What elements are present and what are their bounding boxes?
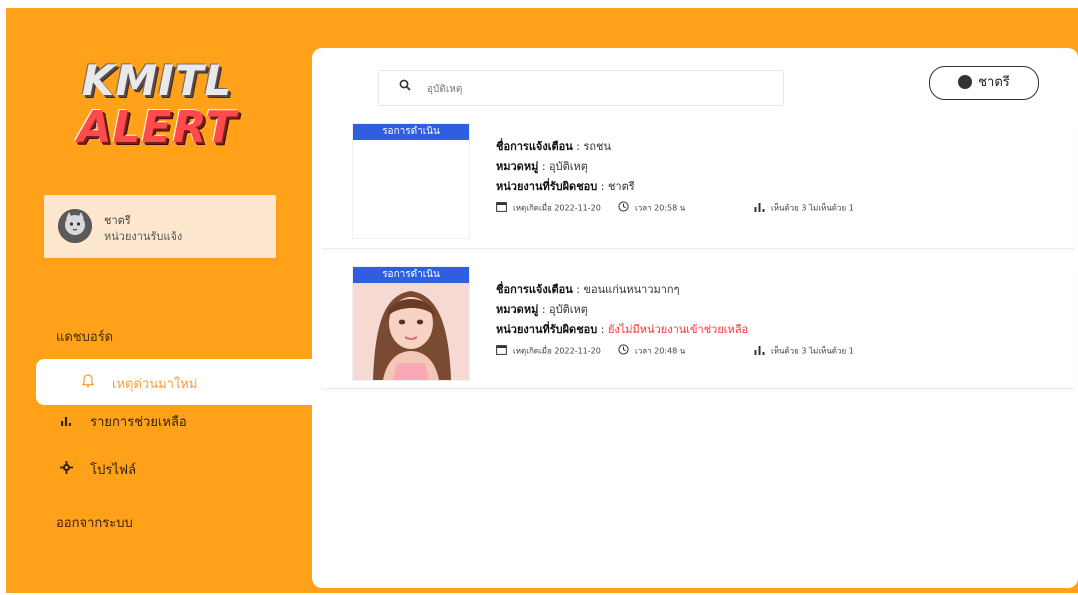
sidebar-item-help-list[interactable]: รายการช่วยเหลือ: [60, 411, 187, 432]
bar-chart-icon: [754, 201, 765, 215]
user-card: ชาตรี หน่วยงานรับแจ้ง: [44, 195, 276, 258]
time-item: เวลา 20:48 น: [618, 344, 685, 358]
alert-agency-label: หน่วยงานที่รับผิดชอบ: [496, 323, 598, 336]
search-bar[interactable]: [378, 70, 784, 106]
alert-agency-value: ยังไม่มีหน่วยงานเข้าช่วยเหลือ: [607, 323, 749, 336]
time-text: เวลา 20:48 น: [635, 346, 686, 356]
profile-label: ชาตรี: [978, 75, 1010, 90]
alert-card[interactable]: รอการดำเนิน ชื่อการแจ้งเตือน : ขอนแก่นหน…: [322, 264, 1074, 389]
stats-text: เห็นด้วย 3 ไม่เห็นด้วย 1: [771, 346, 854, 356]
alert-title-label: ชื่อการแจ้งเตือน: [496, 283, 573, 296]
bar-chart-icon: [754, 344, 765, 358]
sidebar-item-label: เหตุด่วนมาใหม่: [112, 377, 198, 392]
logo-line-1: KMITL: [81, 56, 233, 105]
date-item: เหตุเกิดเมื่อ 2022-11-20: [496, 201, 601, 215]
gear-icon: [60, 461, 78, 478]
logout-link[interactable]: ออกจากระบบ: [56, 512, 133, 533]
avatar: [58, 209, 92, 243]
date-text: เหตุเกิดเมื่อ 2022-11-20: [513, 346, 601, 356]
status-badge: รอการดำเนิน: [353, 124, 469, 140]
sidebar-item-new-emergency[interactable]: เหตุด่วนมาใหม่: [36, 359, 312, 405]
alert-details: ชื่อการแจ้งเตือน : รถชน หมวดหมู่ : อุบัต…: [496, 137, 635, 197]
date-item: เหตุเกิดเมื่อ 2022-11-20: [496, 344, 601, 358]
date-text: เหตุเกิดเมื่อ 2022-11-20: [513, 203, 601, 213]
search-input[interactable]: [425, 78, 769, 100]
clock-icon: [618, 201, 629, 215]
clock-icon: [618, 344, 629, 358]
alert-title-value: ขอนแก่นหนาวมากๆ: [583, 283, 680, 296]
alert-category-row: หมวดหมู่ : อุบัติเหตุ: [496, 303, 588, 316]
alert-title-label: ชื่อการแจ้งเตือน: [496, 140, 573, 153]
user-role: หน่วยงานรับแจ้ง: [104, 230, 183, 243]
nav-dashboard[interactable]: แดชบอร์ด: [56, 326, 113, 347]
search-icon[interactable]: [399, 79, 411, 95]
alert-title-row: ชื่อการแจ้งเตือน : ขอนแก่นหนาวมากๆ: [496, 283, 680, 296]
alert-category-label: หมวดหมู่: [496, 303, 539, 316]
alert-agency-value: ชาตรี: [607, 180, 635, 193]
alert-title-row: ชื่อการแจ้งเตือน : รถชน: [496, 140, 612, 153]
alert-category-value: อุบัติเหตุ: [549, 303, 588, 316]
stats-item: เห็นด้วย 3 ไม่เห็นด้วย 1: [754, 201, 854, 215]
calendar-icon: [496, 344, 507, 358]
sidebar-item-label: รายการช่วยเหลือ: [90, 415, 187, 430]
alert-category-value: อุบัติเหตุ: [549, 160, 588, 173]
app-logo: KMITL ALERT: [72, 60, 242, 170]
alert-agency-row: หน่วยงานที่รับผิดชอบ : ชาตรี: [496, 180, 635, 193]
alert-category-row: หมวดหมู่ : อุบัติเหตุ: [496, 160, 588, 173]
sidebar-item-label: โปรไฟล์: [90, 463, 137, 478]
bell-icon: [81, 374, 95, 392]
main-panel: ชาตรี รอการดำเนิน ชื่อการแจ้งเตือน : รถช…: [312, 48, 1078, 588]
alert-agency-label: หน่วยงานที่รับผิดชอบ: [496, 180, 598, 193]
logo-line-2: ALERT: [77, 102, 237, 153]
alert-category-label: หมวดหมู่: [496, 160, 539, 173]
calendar-icon: [496, 201, 507, 215]
status-badge: รอการดำเนิน: [353, 267, 469, 283]
sidebar-item-profile[interactable]: โปรไฟล์: [60, 459, 136, 480]
stats-item: เห็นด้วย 3 ไม่เห็นด้วย 1: [754, 344, 854, 358]
alert-title-value: รถชน: [583, 140, 612, 153]
app-frame: KMITL ALERT ชาตรี หน่วยงานรับแจ้ง แดชบอร…: [6, 8, 1078, 593]
profile-button[interactable]: ชาตรี: [929, 66, 1039, 100]
alert-card[interactable]: รอการดำเนิน ชื่อการแจ้งเตือน : รถชน หมวด…: [322, 121, 1074, 249]
time-item: เวลา 20:58 น: [618, 201, 685, 215]
time-text: เวลา 20:58 น: [635, 203, 686, 213]
alert-thumbnail: รอการดำเนิน: [352, 123, 470, 239]
alert-agency-row: หน่วยงานที่รับผิดชอบ : ยังไม่มีหน่วยงานเ…: [496, 323, 749, 336]
alert-details: ชื่อการแจ้งเตือน : ขอนแก่นหนาวมากๆ หมวดห…: [496, 280, 748, 340]
alert-thumbnail: รอการดำเนิน: [352, 266, 470, 381]
stats-text: เห็นด้วย 3 ไม่เห็นด้วย 1: [771, 203, 854, 213]
alert-photo: [353, 267, 469, 380]
bar-chart-icon: [60, 414, 78, 430]
user-circle-icon: [958, 75, 973, 89]
